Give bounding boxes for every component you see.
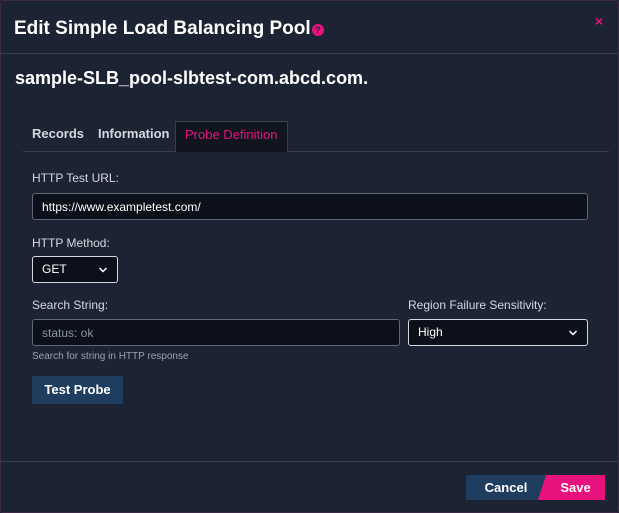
help-icon[interactable]: ?	[311, 24, 324, 36]
region-failure-sensitivity-select[interactable]: High	[408, 319, 588, 346]
http-test-url-input[interactable]	[32, 193, 588, 220]
footer-divider	[1, 461, 618, 462]
tab-bar: Records Information Probe Definition	[23, 121, 609, 152]
save-button[interactable]: Save	[538, 475, 605, 500]
dialog-title-text: Edit Simple Load Balancing Pool	[14, 18, 311, 39]
region-failure-sensitivity-label: Region Failure Sensitivity:	[408, 298, 547, 312]
search-string-hint: Search for string in HTTP response	[32, 351, 189, 362]
edit-pool-dialog: Edit Simple Load Balancing Pool? × sampl…	[0, 0, 619, 513]
http-method-value: GET	[42, 262, 67, 276]
test-probe-button[interactable]: Test Probe	[32, 376, 123, 404]
search-string-label: Search String:	[32, 298, 109, 312]
pool-name: sample-SLB_pool-slbtest-com.abcd.com.	[15, 68, 369, 88]
tab-probe-definition[interactable]: Probe Definition	[175, 121, 288, 152]
http-method-label: HTTP Method:	[32, 236, 110, 250]
chevron-down-icon	[98, 267, 108, 273]
dialog-header: Edit Simple Load Balancing Pool? ×	[1, 1, 618, 54]
chevron-down-icon	[568, 330, 578, 336]
search-string-input[interactable]	[32, 319, 400, 346]
cancel-button[interactable]: Cancel	[466, 475, 546, 500]
close-icon[interactable]: ×	[595, 13, 603, 29]
tab-information[interactable]: Information	[98, 121, 170, 152]
http-method-select[interactable]: GET	[32, 256, 118, 283]
tab-records[interactable]: Records	[32, 121, 84, 152]
region-failure-sensitivity-value: High	[418, 325, 443, 339]
dialog-title: Edit Simple Load Balancing Pool?	[14, 18, 324, 40]
http-test-url-label: HTTP Test URL:	[32, 171, 119, 185]
